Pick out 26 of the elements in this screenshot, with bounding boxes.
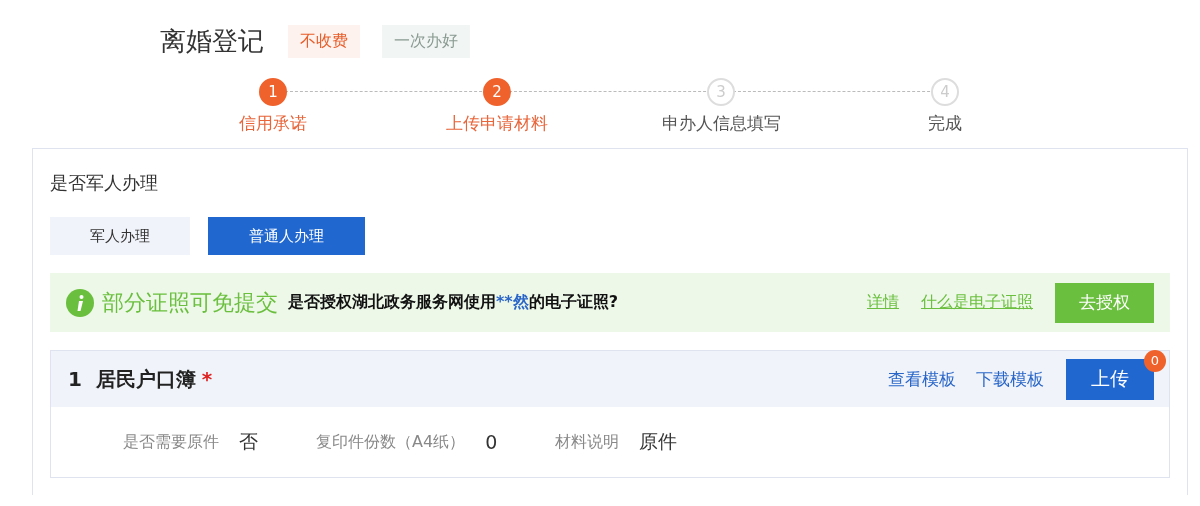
field-value: 0 (485, 431, 498, 453)
step-number: 2 (483, 78, 511, 106)
step-number: 1 (259, 78, 287, 106)
tag: 一次办好 (382, 24, 470, 58)
material-name: 1 居民户口簿 (68, 365, 196, 393)
template-link[interactable]: 下载模板 (976, 367, 1044, 391)
option-button[interactable]: 军人办理 (50, 217, 190, 255)
option-button[interactable]: 普通人办理 (208, 217, 365, 255)
page-title: 离婚登记 (160, 24, 264, 58)
notice-question: 是否授权湖北政务服务网使用**然的电子证照? (288, 292, 618, 313)
field-value: 原件 (639, 429, 678, 454)
notice-headline: 部分证照可免提交 (102, 288, 278, 317)
step-label: 上传申请材料 (446, 112, 548, 135)
info-icon (66, 288, 94, 317)
step-label: 信用承诺 (239, 112, 307, 135)
required-mark: * (201, 367, 213, 391)
step-label: 完成 (928, 112, 962, 135)
field-label: 复印件份数（A4纸） (316, 431, 466, 453)
field-value: 否 (239, 429, 258, 454)
section-heading: 是否军人办理 (50, 171, 159, 195)
step-label: 申办人信息填写 (661, 112, 781, 135)
field-label: 材料说明 (555, 431, 620, 453)
field-label: 是否需要原件 (123, 431, 219, 453)
tag: 不收费 (288, 24, 360, 58)
template-link[interactable]: 查看模板 (888, 367, 956, 391)
count-badge: 0 (1144, 349, 1166, 372)
